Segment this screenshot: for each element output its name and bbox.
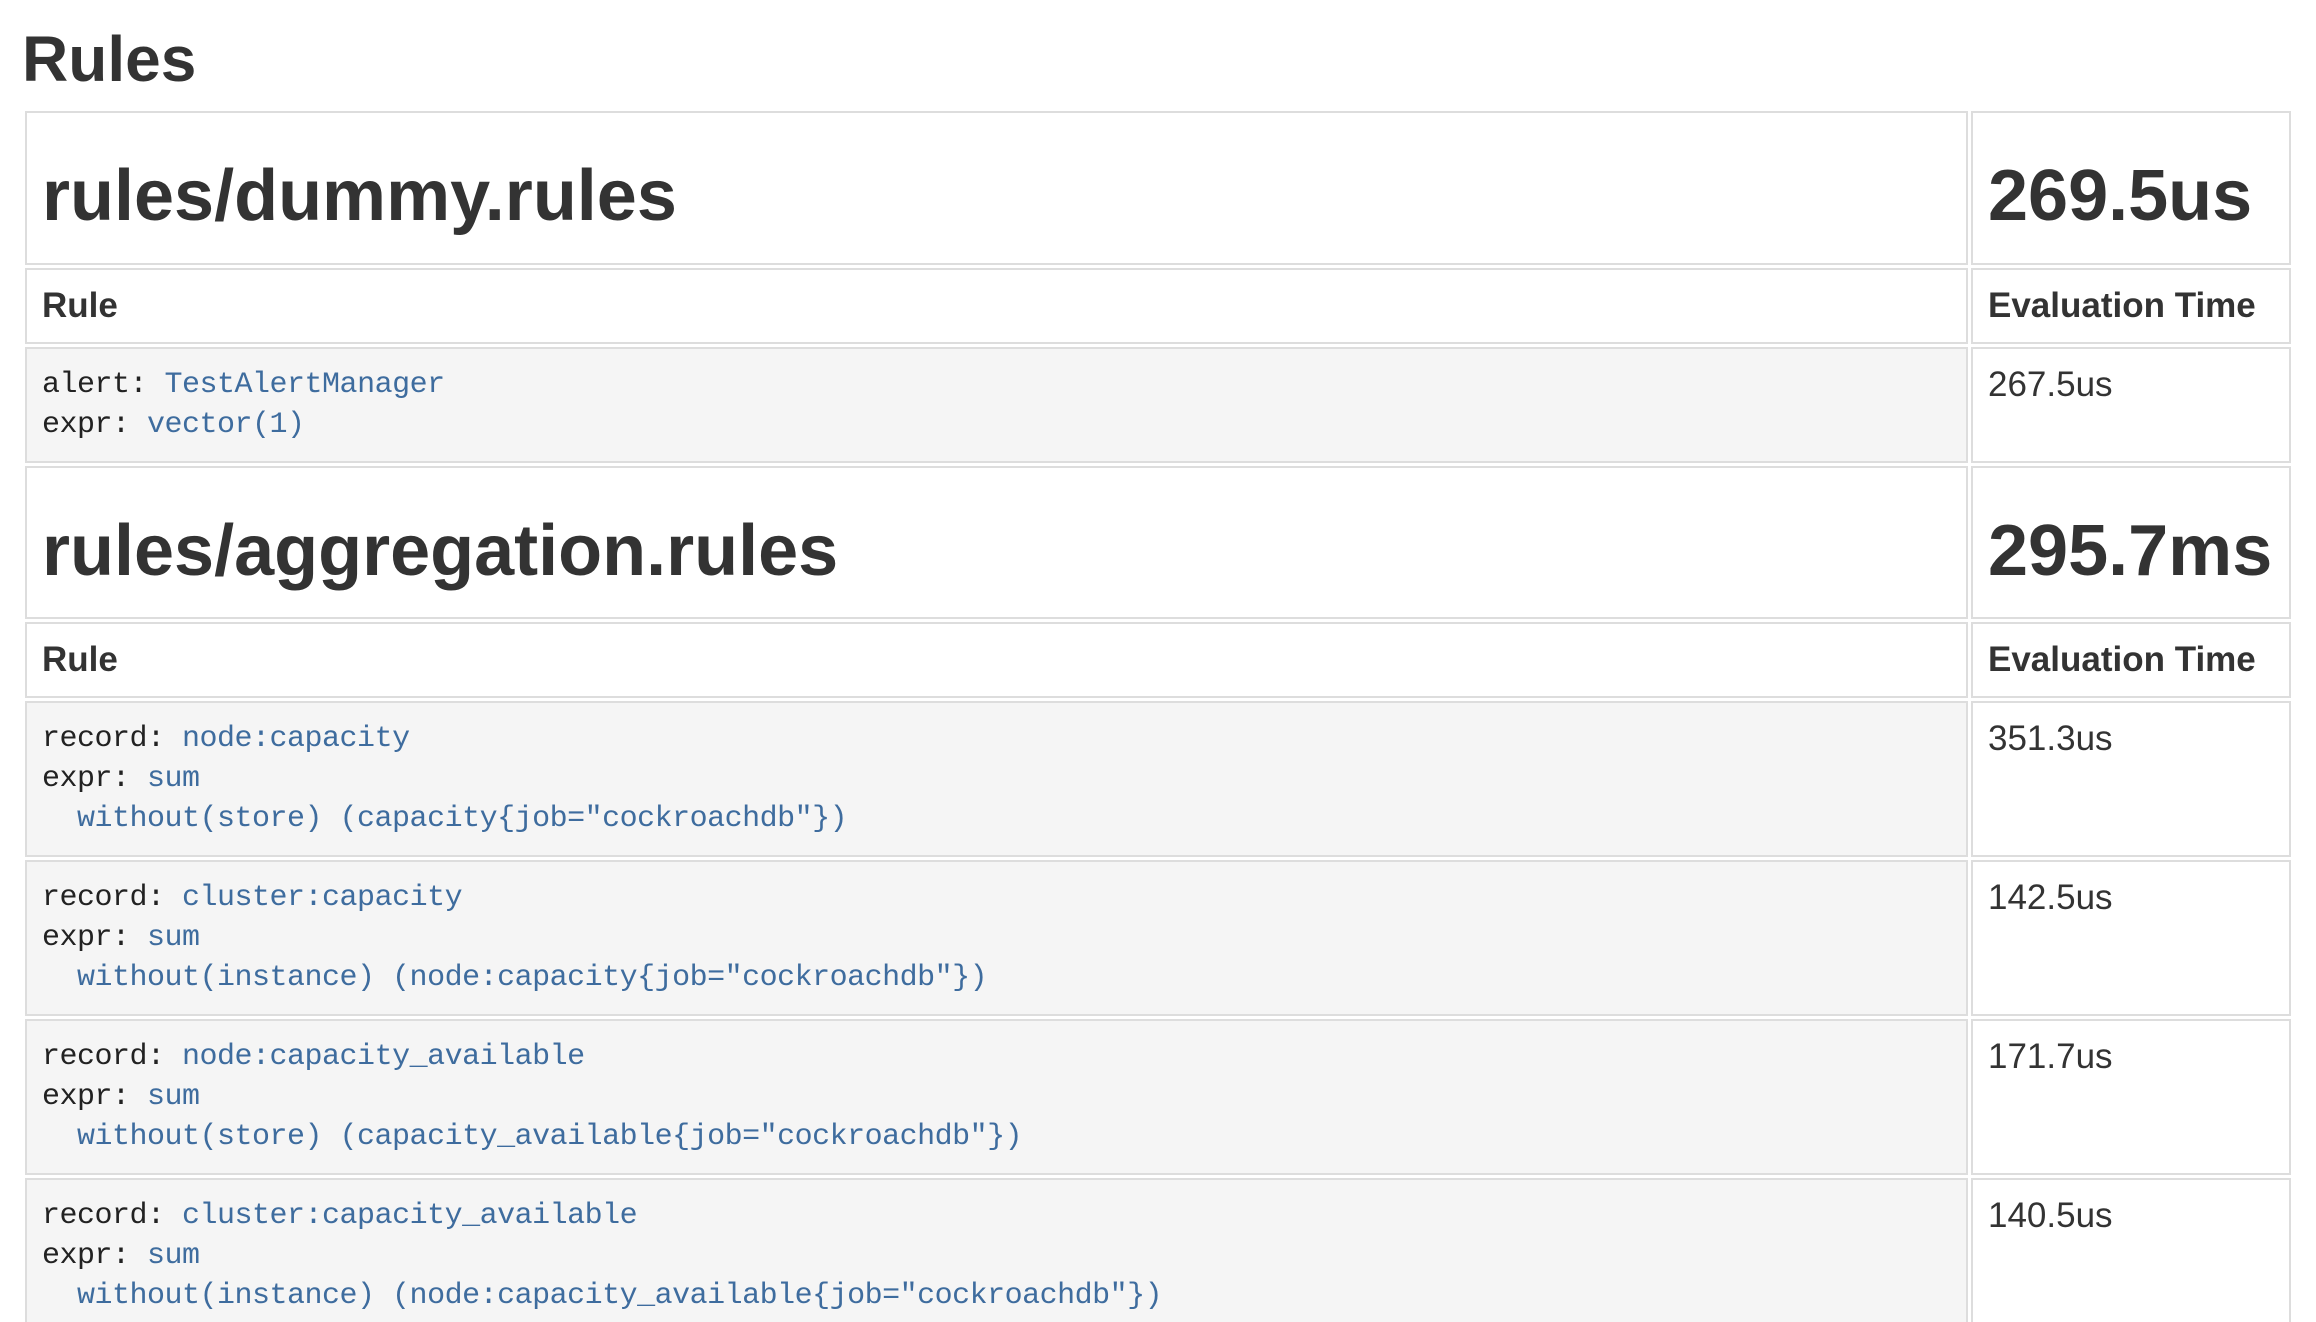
- rule-keyword: expr:: [42, 921, 147, 955]
- rule-keyword: record:: [42, 881, 182, 915]
- group-file-name: rules/aggregation.rules: [42, 512, 1951, 591]
- page-title: Rules: [22, 24, 2294, 94]
- eval-time-column-header: Evaluation Time: [1971, 268, 2291, 344]
- rule-expr-link[interactable]: TestAlertManager: [165, 368, 445, 402]
- rule-expr-link[interactable]: node:capacity_available: [182, 1040, 585, 1074]
- group-header-row: rules/aggregation.rules 295.7ms: [25, 466, 2291, 619]
- rule-keyword: record:: [42, 1040, 182, 1074]
- rule-code-line: expr: sum: [42, 1236, 1951, 1276]
- rule-row: record: cluster:capacityexpr: sum withou…: [25, 860, 2291, 1016]
- rule-code-line: without(instance) (node:capacity{job="co…: [42, 958, 1951, 998]
- rules-page: Rules rules/dummy.rules269.5usRuleEvalua…: [0, 24, 2316, 1322]
- rule-definition-cell: record: cluster:capacity_availableexpr: …: [25, 1178, 1968, 1322]
- rule-column-header: Rule: [25, 268, 1968, 344]
- rule-keyword: expr:: [42, 408, 147, 442]
- rule-expr-link[interactable]: cluster:capacity: [182, 881, 462, 915]
- rule-expr-link[interactable]: cluster:capacity_available: [182, 1199, 637, 1233]
- rule-keyword: record:: [42, 1199, 182, 1233]
- group-header-row: rules/dummy.rules 269.5us: [25, 111, 2291, 264]
- column-header-row: RuleEvaluation Time: [25, 268, 2291, 344]
- rules-table: rules/dummy.rules269.5usRuleEvaluation T…: [22, 108, 2294, 1322]
- rule-expr-link[interactable]: sum: [147, 1239, 200, 1273]
- eval-time-column-header: Evaluation Time: [1971, 622, 2291, 698]
- rule-eval-time: 142.5us: [1971, 860, 2291, 1016]
- rule-row: record: node:capacity_availableexpr: sum…: [25, 1019, 2291, 1175]
- rule-eval-time: 140.5us: [1971, 1178, 2291, 1322]
- group-file-cell: rules/aggregation.rules: [25, 466, 1968, 619]
- rule-code-line: record: node:capacity_available: [42, 1037, 1951, 1077]
- rule-code-line: expr: vector(1): [42, 405, 1951, 445]
- group-eval-time: 269.5us: [1988, 157, 2274, 236]
- rule-eval-time: 351.3us: [1971, 701, 2291, 857]
- group-eval-time-cell: 269.5us: [1971, 111, 2291, 264]
- rule-code-line: without(store) (capacity{job="cockroachd…: [42, 799, 1951, 839]
- rule-expr-link[interactable]: sum: [147, 1080, 200, 1114]
- rule-code-line: record: cluster:capacity: [42, 878, 1951, 918]
- rule-code-line: record: node:capacity: [42, 719, 1951, 759]
- rule-code-line: record: cluster:capacity_available: [42, 1196, 1951, 1236]
- rule-definition-cell: record: node:capacity_availableexpr: sum…: [25, 1019, 1968, 1175]
- rule-code-line: expr: sum: [42, 918, 1951, 958]
- rule-row: alert: TestAlertManagerexpr: vector(1)26…: [25, 347, 2291, 463]
- rule-keyword: expr:: [42, 1239, 147, 1273]
- rule-expr-link[interactable]: without(store) (capacity{job="cockroachd…: [42, 802, 847, 836]
- rule-code-line: alert: TestAlertManager: [42, 365, 1951, 405]
- rule-keyword: alert:: [42, 368, 165, 402]
- rule-expr-link[interactable]: without(store) (capacity_available{job="…: [42, 1120, 1022, 1154]
- rules-table-body: rules/dummy.rules269.5usRuleEvaluation T…: [25, 111, 2291, 1322]
- group-file-cell: rules/dummy.rules: [25, 111, 1968, 264]
- rule-row: record: node:capacityexpr: sum without(s…: [25, 701, 2291, 857]
- rule-row: record: cluster:capacity_availableexpr: …: [25, 1178, 2291, 1322]
- group-eval-time-cell: 295.7ms: [1971, 466, 2291, 619]
- rule-column-header: Rule: [25, 622, 1968, 698]
- group-eval-time: 295.7ms: [1988, 512, 2274, 591]
- rule-keyword: expr:: [42, 1080, 147, 1114]
- rule-definition-cell: alert: TestAlertManagerexpr: vector(1): [25, 347, 1968, 463]
- rule-code-line: without(instance) (node:capacity_availab…: [42, 1276, 1951, 1316]
- rule-expr-link[interactable]: vector(1): [147, 408, 305, 442]
- rule-expr-link[interactable]: sum: [147, 921, 200, 955]
- group-file-name: rules/dummy.rules: [42, 157, 1951, 236]
- rule-definition-cell: record: cluster:capacityexpr: sum withou…: [25, 860, 1968, 1016]
- rule-code-line: without(store) (capacity_available{job="…: [42, 1117, 1951, 1157]
- rule-expr-link[interactable]: without(instance) (node:capacity{job="co…: [42, 961, 987, 995]
- rule-code-line: expr: sum: [42, 759, 1951, 799]
- rule-expr-link[interactable]: node:capacity: [182, 722, 410, 756]
- rule-definition-cell: record: node:capacityexpr: sum without(s…: [25, 701, 1968, 857]
- rule-code-line: expr: sum: [42, 1077, 1951, 1117]
- column-header-row: RuleEvaluation Time: [25, 622, 2291, 698]
- rule-eval-time: 267.5us: [1971, 347, 2291, 463]
- rule-keyword: expr:: [42, 762, 147, 796]
- rule-keyword: record:: [42, 722, 182, 756]
- rule-eval-time: 171.7us: [1971, 1019, 2291, 1175]
- rule-expr-link[interactable]: without(instance) (node:capacity_availab…: [42, 1279, 1162, 1313]
- rule-expr-link[interactable]: sum: [147, 762, 200, 796]
